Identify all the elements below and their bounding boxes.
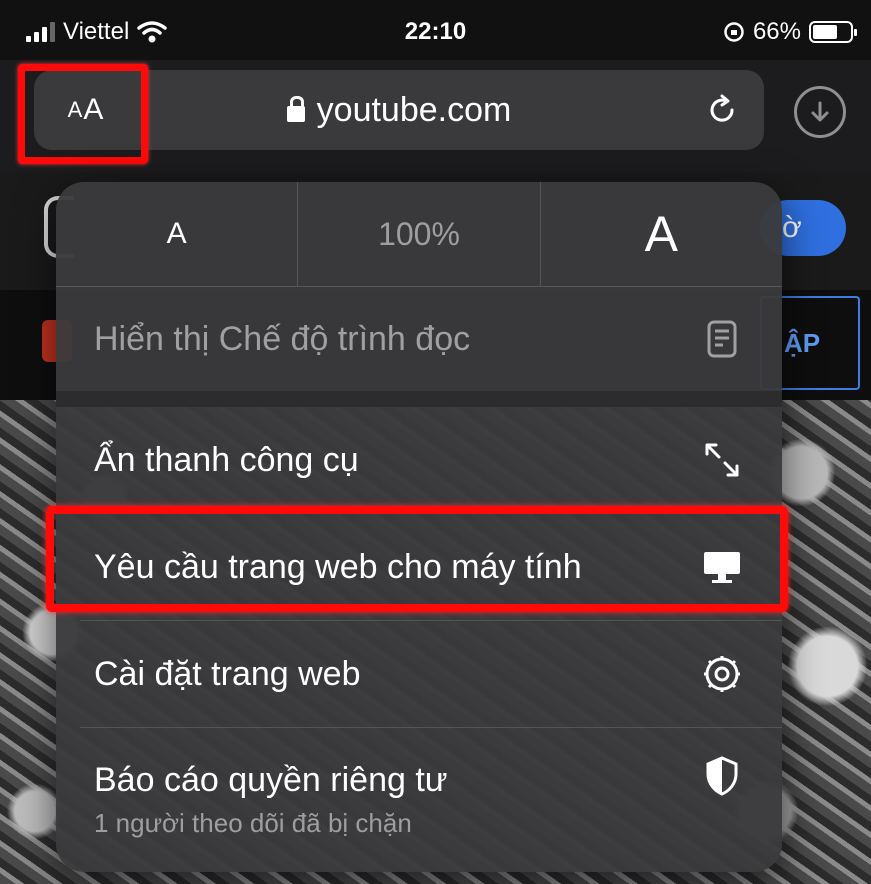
battery-fill bbox=[813, 25, 837, 39]
status-right: 66% bbox=[723, 18, 857, 46]
reload-icon[interactable] bbox=[700, 88, 744, 132]
rotation-lock-icon bbox=[724, 22, 744, 42]
zoom-increase-button[interactable]: A bbox=[541, 182, 782, 286]
url-text: youtube.com bbox=[316, 90, 512, 129]
zoom-decrease-label: A bbox=[166, 217, 187, 250]
reader-icon bbox=[700, 317, 744, 361]
page-open-label: ờ bbox=[782, 211, 802, 244]
menu-item-reader-mode[interactable]: Hiển thị Chế độ trình đọc bbox=[56, 287, 782, 391]
battery-icon bbox=[809, 21, 857, 43]
privacy-report-sublabel: 1 người theo dõi đã bị chặn bbox=[94, 808, 412, 838]
zoom-level-button[interactable]: 100% bbox=[298, 182, 541, 286]
privacy-report-text: Báo cáo quyền riêng tư 1 người theo dõi … bbox=[94, 761, 700, 839]
hide-toolbar-label: Ẩn thanh công cụ bbox=[94, 440, 359, 479]
page-login-label: ẬP bbox=[784, 327, 821, 358]
request-desktop-highlight bbox=[46, 506, 788, 612]
download-icon[interactable] bbox=[794, 86, 846, 138]
menu-item-privacy-report[interactable]: Báo cáo quyền riêng tư 1 người theo dõi … bbox=[56, 728, 782, 872]
zoom-level: 100% bbox=[378, 215, 460, 252]
website-settings-label: Cài đặt trang web bbox=[94, 654, 361, 693]
status-bar: Viettel 22:10 66% bbox=[0, 0, 871, 60]
lock-icon bbox=[286, 96, 305, 122]
menu-item-hide-toolbar[interactable]: Ẩn thanh công cụ bbox=[56, 407, 782, 513]
zoom-increase-label: A bbox=[644, 206, 678, 262]
section-divider bbox=[56, 391, 782, 407]
zoom-controls: A 100% A bbox=[56, 182, 782, 286]
reader-mode-label: Hiển thị Chế độ trình đọc bbox=[94, 319, 471, 358]
resize-arrows-icon bbox=[700, 438, 744, 482]
aa-button-highlight bbox=[18, 64, 148, 164]
privacy-report-label: Báo cáo quyền riêng tư bbox=[94, 761, 448, 799]
shield-icon bbox=[700, 754, 744, 798]
menu-item-website-settings[interactable]: Cài đặt trang web bbox=[56, 621, 782, 727]
battery-percent: 66% bbox=[752, 18, 801, 45]
gear-icon bbox=[700, 652, 744, 696]
zoom-decrease-button[interactable]: A bbox=[56, 182, 299, 286]
